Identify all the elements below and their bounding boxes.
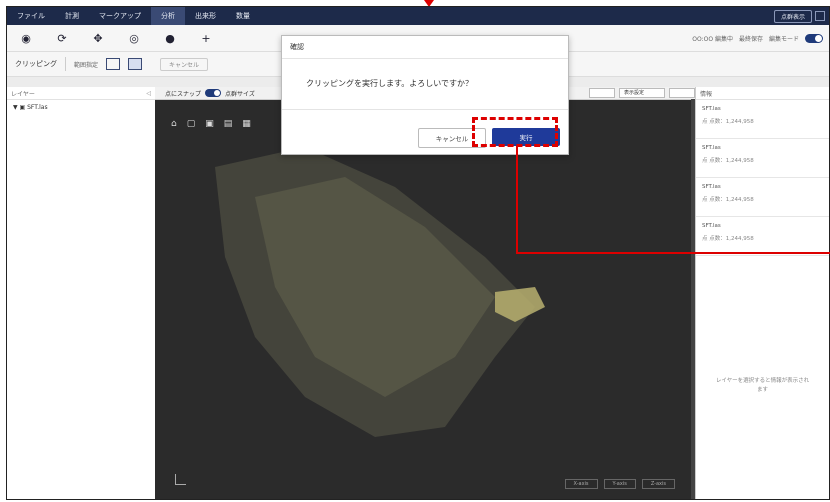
menu-as-built[interactable]: 出来形 (185, 7, 226, 25)
info-card-sub: 点 点数：1,244,958 (702, 158, 754, 164)
info-card-title: SFT.las (702, 106, 721, 112)
editing-status: OO:OO 編集中 (692, 35, 733, 43)
select-icon[interactable]: ◉ (19, 31, 33, 45)
axis-buttons: X-axis Y-axis Z-axis (564, 479, 675, 489)
fullscreen-icon[interactable] (815, 11, 825, 21)
callout-line-horizontal (516, 252, 830, 254)
callout-line-vertical (516, 146, 518, 253)
toolbar-status: OO:OO 編集中 最終保存 編集モード (692, 33, 823, 43)
rotate-icon[interactable]: ⟳ (55, 31, 69, 45)
info-panel-header: 情報 (696, 87, 829, 100)
menu-file[interactable]: ファイル (7, 7, 55, 25)
x-axis-button[interactable]: X-axis (564, 479, 598, 489)
range-label: 範囲指定 (74, 61, 99, 69)
menu-measure[interactable]: 計測 (55, 7, 89, 25)
info-panel-hint: レイヤーを選択すると情報が表示され ます (696, 377, 829, 395)
snap-toggle[interactable] (205, 89, 222, 97)
layer-panel-header: レイヤー ◁ (7, 87, 155, 100)
pointcloud-display-button[interactable]: 点群表示 (773, 9, 812, 23)
info-card-title: SFT.las (702, 145, 721, 151)
box-clip-icon[interactable] (106, 58, 121, 70)
info-card-sub: 点 点数：1,244,958 (702, 197, 754, 203)
axis-indicator (175, 474, 186, 485)
layer-panel-title: レイヤー (11, 90, 35, 98)
polygon-clip-icon[interactable] (128, 58, 143, 70)
run-button-highlight (472, 117, 558, 147)
info-card[interactable]: SFT.las 点 点数：1,244,958 (696, 139, 829, 178)
snap-label: 点にスナップ (165, 90, 202, 98)
menu-markup[interactable]: マークアップ (89, 7, 151, 25)
toolbar-cancel-button[interactable]: キャンセル (160, 57, 209, 71)
home-icon[interactable]: ⌂ (171, 119, 177, 129)
collapse-icon[interactable]: ◁ (146, 90, 151, 97)
grid-view-icon[interactable]: ▦ (242, 119, 251, 129)
info-panel: 情報 SFT.las 点 点数：1,244,958 SFT.las 点 点数：1… (695, 87, 829, 499)
dialog-title: 確認 (282, 36, 568, 59)
paint-icon[interactable]: ● (163, 31, 177, 45)
point-size-label: 点群サイズ (225, 90, 255, 98)
info-card-sub: 点 点数：1,244,958 (702, 119, 754, 125)
viewport-dropdown-3[interactable] (669, 88, 695, 98)
info-hint-line2: ます (756, 387, 768, 393)
crosshair-icon[interactable]: + (199, 31, 213, 45)
viewport-tools: ⌂ ▢ ▣ ▤ ▦ (171, 119, 251, 129)
info-card[interactable]: SFT.las 点 点数：1,244,958 (696, 178, 829, 217)
info-card[interactable]: SFT.las 点 点数：1,244,958 (696, 217, 829, 256)
viewport-dropdown-1[interactable] (588, 88, 615, 98)
info-hint-line1: レイヤーを選択すると情報が表示され (715, 378, 810, 384)
edit-mode-toggle[interactable] (805, 33, 823, 43)
info-card-title: SFT.las (702, 184, 721, 190)
layer-view-icon[interactable]: ▤ (224, 119, 233, 129)
info-card[interactable]: SFT.las 点 点数：1,244,958 (696, 100, 829, 139)
menubar: ファイル 計測 マークアップ 分析 出来形 数量 点群表示 (7, 7, 829, 25)
viewport-dropdown-2[interactable]: 表示設定 (618, 88, 665, 98)
dialog-message: クリッピングを実行します。よろしいですか？ (282, 59, 568, 110)
y-axis-button[interactable]: Y-axis (603, 479, 636, 489)
move-icon[interactable]: ✥ (91, 31, 105, 45)
z-axis-button[interactable]: Z-axis (641, 479, 675, 489)
divider (65, 57, 66, 71)
view-icon[interactable]: ▣ (205, 119, 214, 129)
orbit-icon[interactable]: ◎ (127, 31, 141, 45)
clipping-label: クリッピング (15, 60, 57, 68)
info-card-sub: 点 点数：1,244,958 (702, 236, 754, 242)
square-icon[interactable]: ▢ (187, 119, 196, 129)
menubar-right: 点群表示 (773, 9, 825, 23)
info-card-title: SFT.las (702, 223, 721, 229)
menu-quantity[interactable]: 数量 (226, 7, 260, 25)
layer-item[interactable]: ▼ ▣ SFT.las (7, 100, 155, 115)
menu-analysis[interactable]: 分析 (151, 7, 185, 25)
last-saved-label: 最終保存 (738, 35, 763, 43)
point-cloud (215, 147, 545, 437)
layer-panel: レイヤー ◁ ▼ ▣ SFT.las (7, 87, 156, 499)
edit-mode-label: 編集モード (768, 35, 799, 43)
